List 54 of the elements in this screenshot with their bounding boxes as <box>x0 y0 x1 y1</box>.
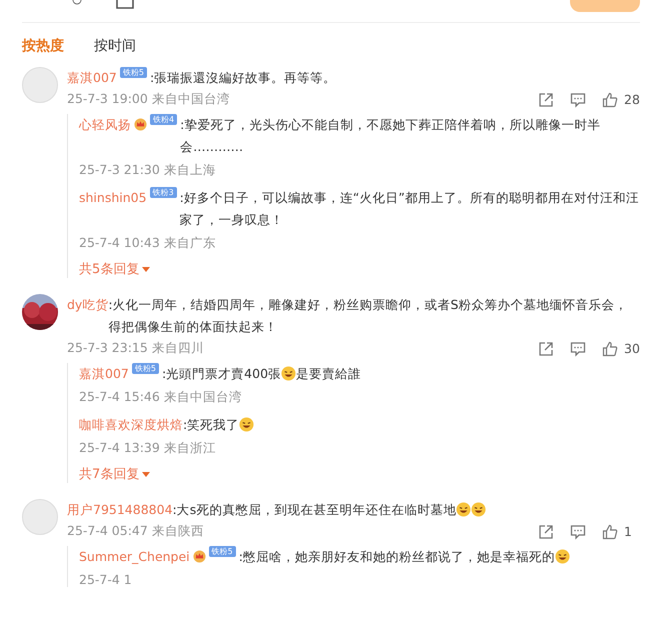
timestamp-location: 25-7-3 21:30 来自上海 <box>79 162 217 179</box>
sort-tab[interactable]: 按时间 <box>94 37 136 55</box>
reply-text: :笑死我了 <box>183 417 240 432</box>
caret-icon <box>142 266 150 272</box>
username[interactable]: 咖啡喜欢深度烘焙 <box>79 414 183 436</box>
comment-text: :火化一周年，结婚四周年，雕像建好，粉丝购票瞻仰，或者S粉众筹办个墓地缅怀音乐会，得把偶像生前的体面扶起来！ <box>108 297 628 334</box>
comment-icon[interactable] <box>570 524 586 540</box>
username[interactable]: 用户7951488804 <box>67 499 173 521</box>
caret-icon <box>142 472 150 476</box>
share-icon[interactable] <box>538 524 554 540</box>
like-count: 28 <box>624 92 640 107</box>
fan-badge: 铁粉4 <box>150 114 178 125</box>
username[interactable]: dy吃货 <box>67 294 108 316</box>
laughing-emoji-icon <box>281 366 296 381</box>
reply-text: :挚爱死了，光头伤心不能自制，不愿她下葬正陪伴着呐，所以雕像一时半会………… <box>180 117 600 154</box>
comment-text: :張瑞振還沒編好故事。再等等。 <box>150 70 336 85</box>
fan-badge: 铁粉3 <box>150 187 177 198</box>
timestamp-location: 25-7-4 05:47 来自陕西 <box>67 523 204 540</box>
image-icon[interactable] <box>115 0 135 10</box>
timestamp-location: 25-7-4 13:39 来自浙江 <box>79 440 217 457</box>
timestamp-location: 25-7-3 19:00 来自中国台湾 <box>67 91 230 108</box>
comment-icon[interactable] <box>570 92 586 108</box>
share-icon[interactable] <box>538 340 554 356</box>
fan-badge: 铁粉5 <box>120 67 147 78</box>
reply-text: :憋屈啥，她亲朋好友和她的粉丝都说了，她是幸福死的 <box>238 549 555 564</box>
like-icon[interactable] <box>602 524 618 540</box>
laughing-emoji-icon <box>456 502 472 517</box>
like-count: 1 <box>624 524 633 539</box>
comment-text: :大s死的真憋屈，到现在甚至明年还住在临时墓地 <box>172 502 456 517</box>
timestamp-location: 25-7-4 1 <box>79 572 133 587</box>
more-replies-link[interactable]: 共7条回复 <box>79 465 150 483</box>
timestamp-location: 25-7-4 10:43 来自广东 <box>79 235 217 252</box>
more-replies-link[interactable]: 共5条回复 <box>79 260 150 278</box>
timestamp-location: 25-7-4 15:46 来自中国台湾 <box>79 389 243 406</box>
username[interactable]: 嘉淇007 <box>67 67 117 89</box>
like-count: 30 <box>624 341 640 356</box>
username[interactable]: shinshin05 <box>79 187 147 209</box>
timestamp-location: 25-7-3 23:15 来自四川 <box>67 340 204 357</box>
comment-icon[interactable] <box>570 340 586 356</box>
reply-text: :光頭門票才賣400張 <box>162 366 282 381</box>
username[interactable]: Summer_Chenpei <box>79 546 190 568</box>
like-icon[interactable] <box>602 92 618 108</box>
username[interactable]: 嘉淇007 <box>79 363 129 385</box>
reply-text: :好多个日子，可以编故事，连“火化日”都用上了。所有的聪明都用在对付汪和汪家了，一身叹息！ <box>180 190 639 227</box>
sort-tab[interactable]: 按热度 <box>22 37 64 55</box>
laughing-emoji-icon <box>471 502 486 517</box>
laughing-emoji-icon <box>554 549 570 564</box>
fan-badge: 铁粉5 <box>132 363 159 374</box>
reply-text: 是要賣給誰 <box>296 366 362 381</box>
username[interactable]: 心轻风扬 <box>79 114 131 136</box>
fan-badge: 铁粉5 <box>208 546 236 557</box>
like-icon[interactable] <box>602 340 618 356</box>
laughing-emoji-icon <box>239 417 254 432</box>
share-icon[interactable] <box>538 92 554 108</box>
